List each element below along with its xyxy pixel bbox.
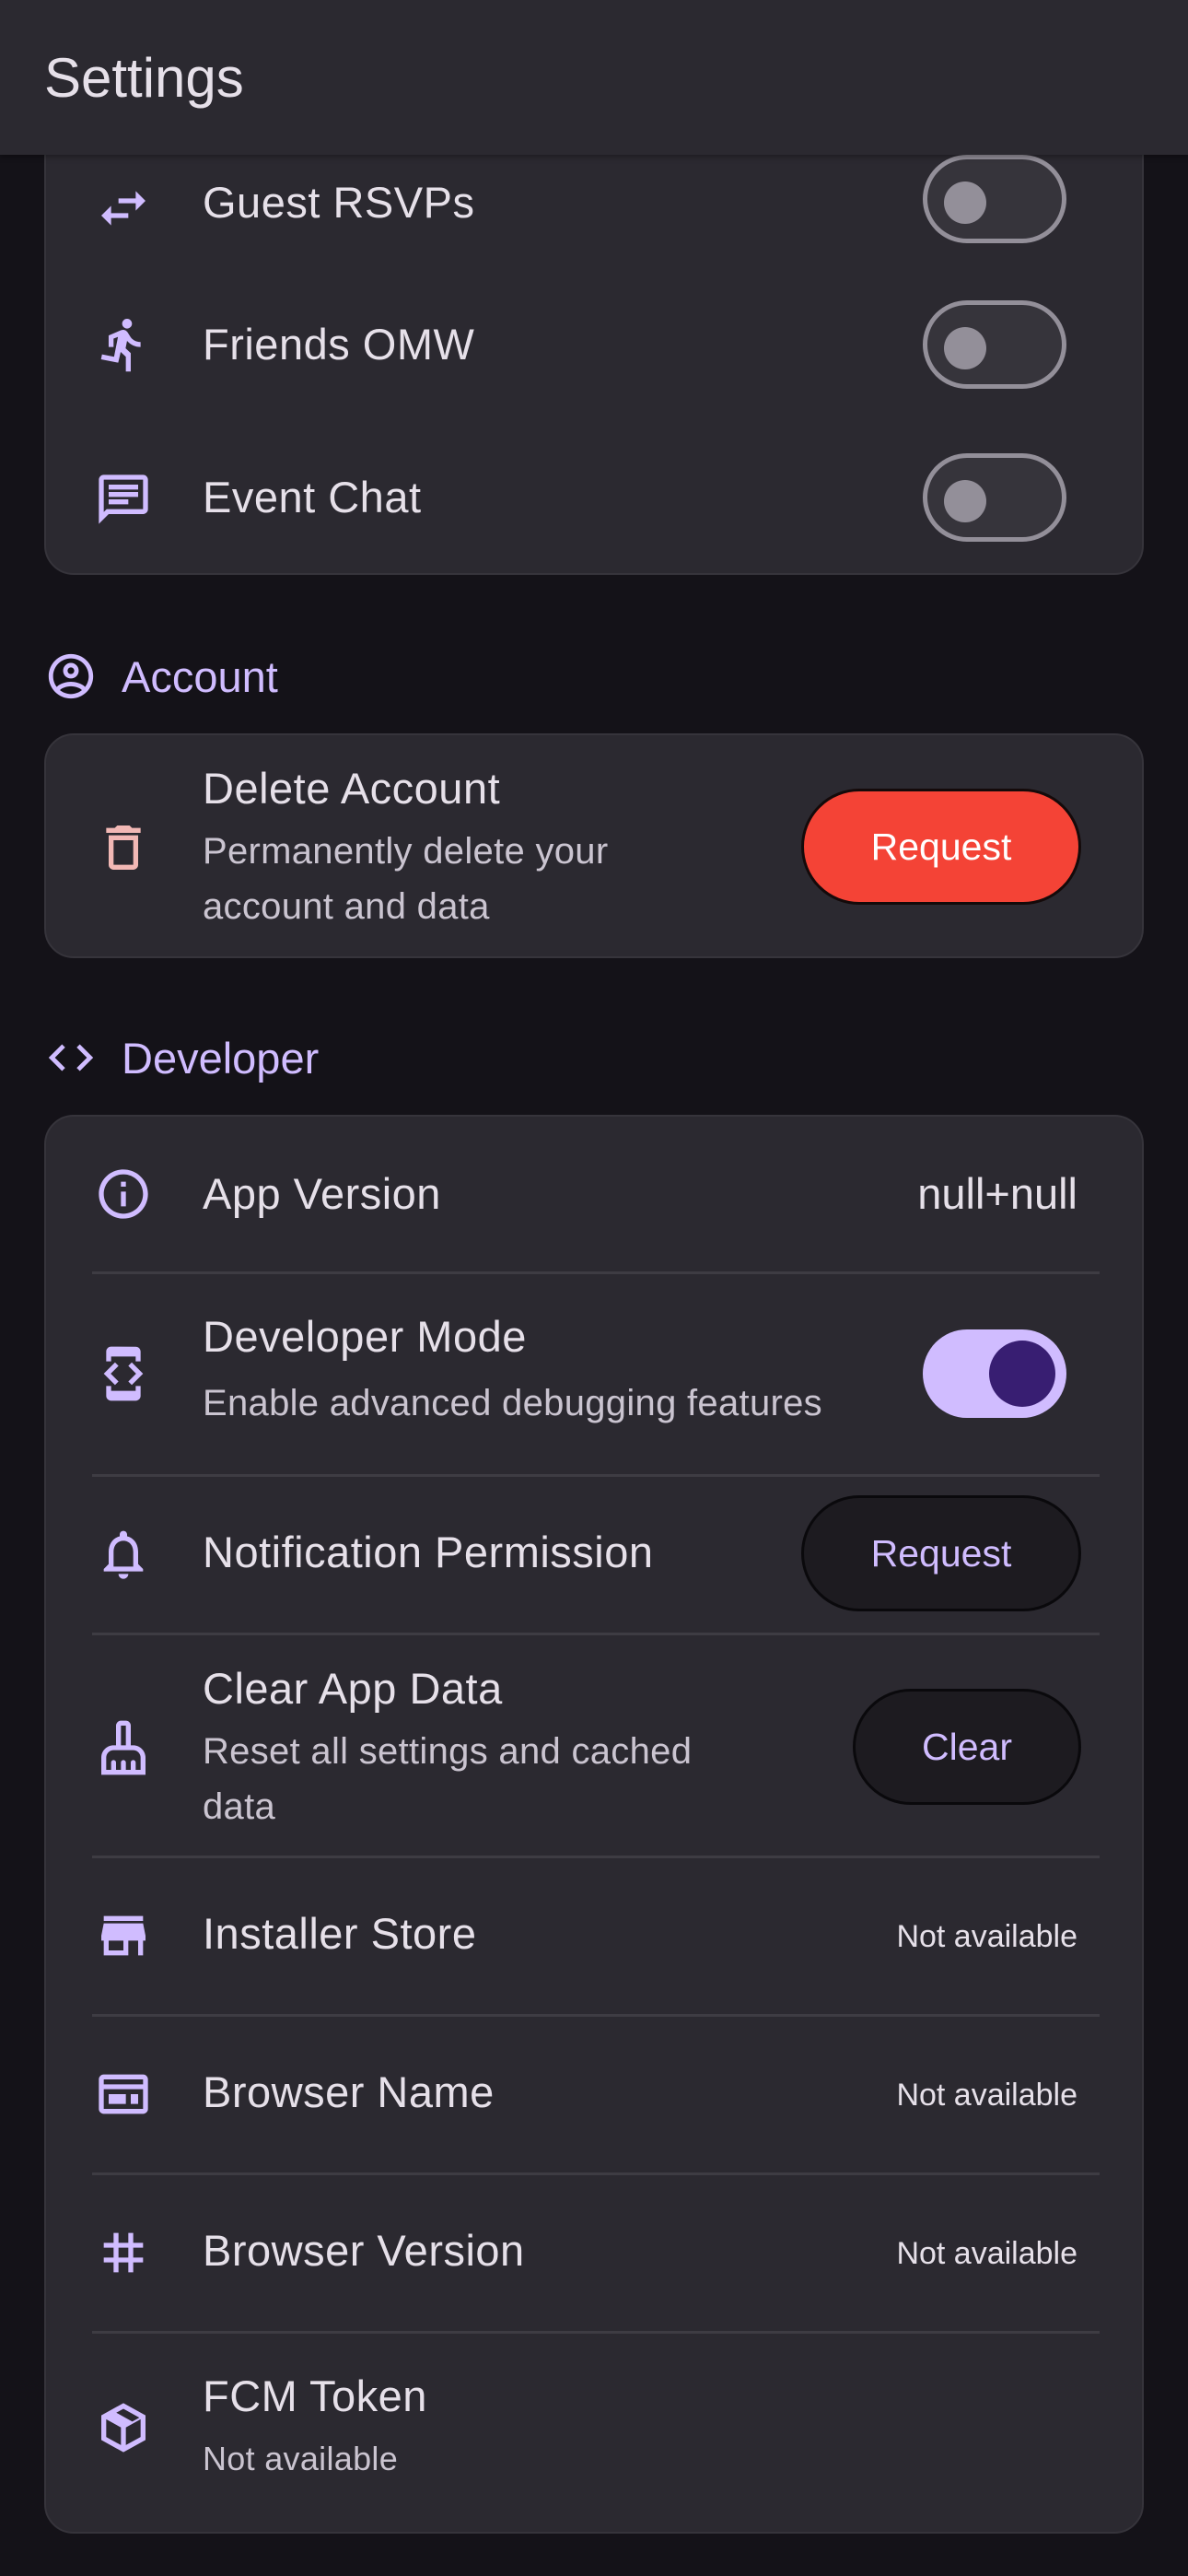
developer-mode-icon (94, 1344, 153, 1403)
swap-icon (94, 179, 153, 238)
notifications-card: Guest RSVPs Friends OMW Event Chat (44, 155, 1144, 575)
setting-label: Browser Name (203, 2067, 495, 2116)
code-icon (48, 1044, 94, 1071)
setting-row-browser-version: Browser Version Not available (46, 2175, 1142, 2330)
setting-label: Browser Version (203, 2226, 525, 2275)
setting-row-guest-rsvps: Guest RSVPs (46, 155, 1142, 267)
store-icon (94, 1906, 153, 1965)
setting-row-clear-app-data: Clear App Data Reset all settings and ca… (46, 1635, 1142, 1856)
setting-row-event-chat: Event Chat (46, 422, 1142, 573)
bell-icon (94, 1525, 153, 1584)
setting-row-notification-permission: Notification Permission Request (46, 1477, 1142, 1632)
broom-icon (94, 1718, 153, 1777)
clear-app-data-button[interactable]: Clear (853, 1689, 1081, 1805)
setting-label: Installer Store (203, 1909, 477, 1958)
setting-row-developer-mode: Developer Mode Enable advanced debugging… (46, 1274, 1142, 1475)
account-section-header: Account (44, 647, 278, 706)
app-version-value: null+null (917, 1169, 1077, 1218)
setting-row-friends-omw: Friends OMW (46, 267, 1142, 422)
setting-row-browser-name: Browser Name Not available (46, 2017, 1142, 2172)
setting-label: Developer Mode (203, 1312, 527, 1361)
setting-label: Guest RSVPs (203, 178, 475, 227)
setting-row-app-version: App Version null+null (46, 1117, 1142, 1273)
delete-account-description: Permanently delete your account and data (203, 831, 609, 927)
setting-label: FCM Token (203, 2371, 427, 2420)
setting-label: Notification Permission (203, 1528, 654, 1576)
account-card: Delete Account Permanently delete your a… (44, 733, 1144, 958)
setting-label: App Version (203, 1169, 441, 1218)
page-title: Settings (44, 46, 244, 109)
delete-account-request-button[interactable]: Request (801, 789, 1081, 905)
installer-store-value: Not available (896, 1919, 1077, 1954)
setting-row-delete-account: Delete Account Permanently delete your a… (46, 735, 1142, 956)
account-section-title: Account (122, 651, 278, 701)
developer-mode-toggle[interactable] (923, 1329, 1066, 1418)
setting-row-fcm-token: FCM Token Not available (46, 2334, 1142, 2532)
info-icon (94, 1165, 153, 1224)
browser-name-value: Not available (896, 2078, 1077, 2113)
fcm-token-value: Not available (203, 2440, 399, 2477)
delete-account-label: Delete Account (203, 764, 501, 813)
running-person-icon (94, 315, 153, 374)
event-chat-toggle[interactable] (923, 453, 1066, 542)
guest-rsvps-toggle[interactable] (923, 155, 1066, 243)
account-circle-icon (48, 653, 94, 699)
setting-row-installer-store: Installer Store Not available (46, 1858, 1142, 2013)
developer-card: App Version null+null Developer Mode Ena… (44, 1115, 1144, 2534)
browser-version-value: Not available (896, 2236, 1077, 2271)
cube-icon (94, 2398, 153, 2457)
settings-scroll-area[interactable]: Guest RSVPs Friends OMW Event Chat Accou… (0, 155, 1188, 2576)
chat-icon (94, 470, 153, 529)
setting-label: Friends OMW (203, 320, 475, 369)
clear-app-data-description: Reset all settings and cached data (203, 1731, 693, 1827)
developer-section-title: Developer (122, 1033, 320, 1083)
app-bar: Settings (0, 0, 1188, 155)
notification-permission-request-button[interactable]: Request (801, 1495, 1081, 1611)
trash-icon (94, 818, 153, 877)
developer-section-header: Developer (44, 1028, 319, 1087)
setting-label: Event Chat (203, 473, 422, 521)
developer-mode-description: Enable advanced debugging features (203, 1383, 822, 1423)
hashtag-icon (94, 2223, 153, 2282)
browser-window-icon (94, 2065, 153, 2124)
setting-label: Clear App Data (203, 1664, 503, 1713)
friends-omw-toggle[interactable] (923, 300, 1066, 389)
